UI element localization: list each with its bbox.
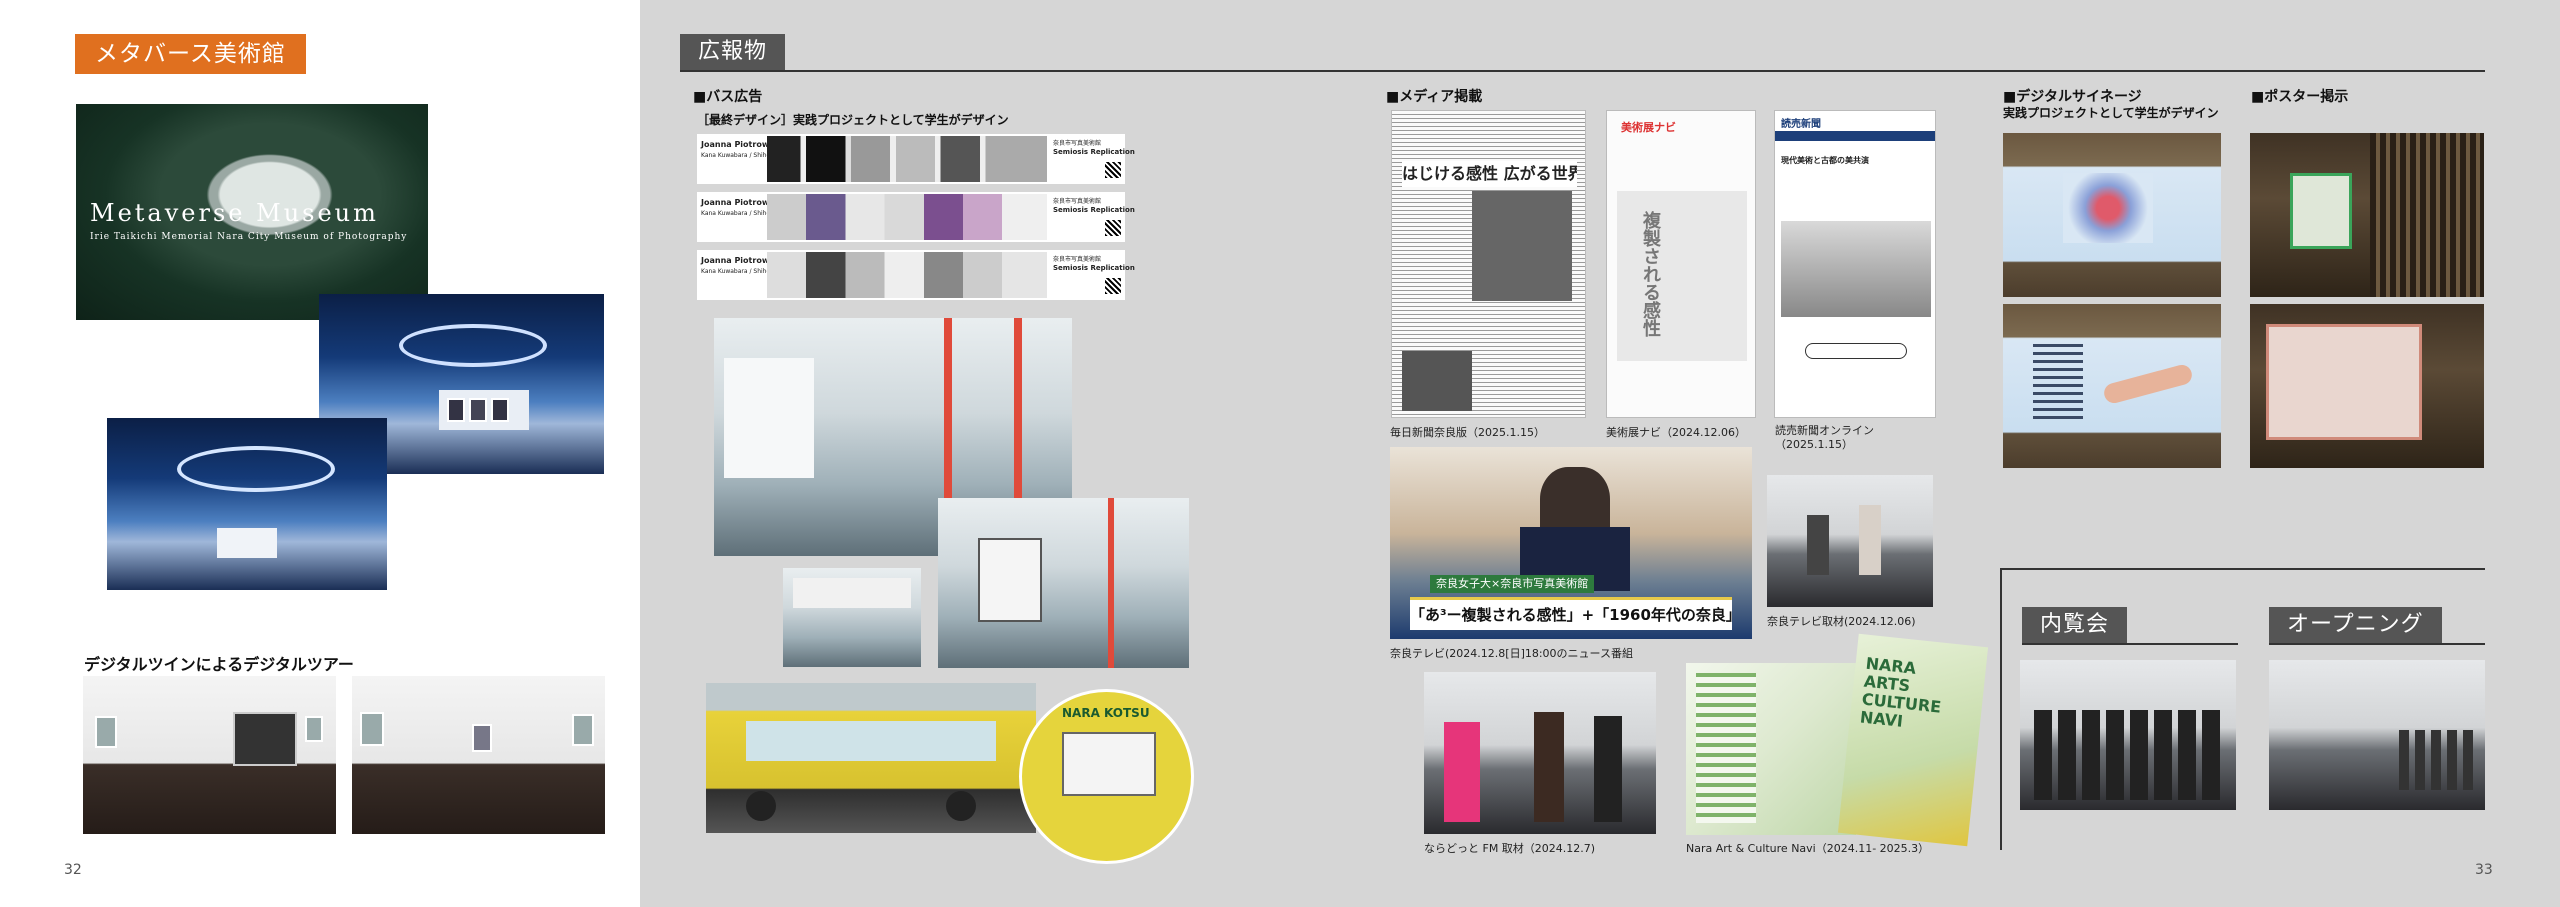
navi-caption: Nara Art & Culture Navi（2024.11- 2025.3） — [1686, 842, 1930, 855]
opening-photo — [2269, 660, 2485, 810]
banner-title: Semiosis Replication — [1053, 264, 1135, 272]
opening-rule — [2269, 643, 2485, 645]
digital-tour-image-1 — [83, 676, 336, 834]
left-page: メタバース美術館 Metaverse Museum Irie Taikichi … — [0, 0, 640, 907]
right-page-number: 33 — [2475, 862, 2493, 878]
signage-photo-2 — [2003, 304, 2221, 468]
mainichi-headline: はじける感性 広がる世界 — [1402, 161, 1577, 187]
bus-ad-heading: ■バス広告 — [693, 89, 763, 105]
nara-tv-caption: 奈良テレビ(2024.12.8[日]18:00のニュース番組 — [1390, 647, 1634, 660]
bus-ad-subheading: ［最終デザイン］実践プロジェクトとして学生がデザイン — [697, 113, 1009, 127]
banner-museum: 奈良市写真美術館 — [1053, 256, 1102, 263]
yomiuri-headline: 現代美術と古都の美共演 — [1781, 156, 1869, 165]
bus-interior-photo-3 — [783, 568, 921, 667]
nara-tv-news-photo: 奈良女子大×奈良市写真美術館 「あ³ー複製される感性」+「1960年代の奈良」 — [1390, 447, 1752, 639]
poster-heading: ■ポスター掲示 — [2251, 89, 2349, 105]
nara-tv-interview-caption: 奈良テレビ取材(2024.12.06) — [1767, 615, 1916, 628]
hero-title: Metaverse Museum — [90, 199, 379, 227]
metaverse-title: メタバース美術館 — [75, 34, 306, 74]
qr-code-icon — [1105, 220, 1121, 236]
qr-code-icon — [1105, 162, 1121, 178]
yomiuri-brand: 読売新聞 — [1781, 119, 1821, 130]
bus-banner-1: Joanna Piotrowska Kana Kuwabara / Shiho … — [697, 134, 1135, 184]
banner-museum: 奈良市写真美術館 — [1053, 198, 1102, 205]
publicity-rule — [680, 70, 2485, 72]
fm-caption: ならどっと FM 取材（2024.12.7) — [1424, 842, 1596, 855]
bijutsuten-caption: 美術展ナビ（2024.12.06） — [1606, 426, 1746, 439]
banner-museum: 奈良市写真美術館 — [1053, 140, 1102, 147]
bijutsuten-navi-clip: 美術展ナビ 複製される感性 — [1606, 110, 1756, 418]
preview-rule — [2022, 643, 2238, 645]
opening-title: オープニング — [2269, 607, 2442, 643]
digital-tour-heading: デジタルツインによるデジタルツアー — [84, 655, 354, 674]
banner-title: Semiosis Replication — [1053, 148, 1135, 156]
bijutsuten-headline: 複製される感性 — [1640, 211, 1661, 337]
preview-group-photo — [2020, 660, 2236, 810]
digital-tour-image-2 — [352, 676, 605, 834]
bijutsuten-brand: 美術展ナビ — [1621, 121, 1676, 134]
event-box-border-top — [2000, 568, 2485, 570]
tv-tag: 奈良女子大×奈良市写真美術館 — [1430, 575, 1595, 593]
publicity-title: 広報物 — [680, 34, 786, 70]
left-page-number: 32 — [64, 862, 82, 878]
media-heading: ■メディア掲載 — [1386, 89, 1483, 105]
signage-heading: ■デジタルサイネージ — [2003, 89, 2142, 105]
navi-cover-title: NARA ARTS CULTURE NAVI — [1859, 653, 1943, 731]
banner-title: Semiosis Replication — [1053, 206, 1135, 214]
mainichi-caption: 毎日新聞奈良版（2025.1.15） — [1390, 426, 1545, 439]
yomiuri-online-clip: 読売新聞 現代美術と古都の美共演 — [1774, 110, 1936, 418]
poster-photo-2 — [2250, 304, 2484, 468]
qr-code-icon — [1105, 278, 1121, 294]
event-box-border-left — [2000, 568, 2002, 850]
preview-title: 内覧会 — [2022, 607, 2128, 643]
mainichi-newspaper-clip: はじける感性 広がる世界 — [1391, 110, 1586, 418]
poster-photo-1 — [2250, 133, 2484, 297]
signage-photo-1 — [2003, 133, 2221, 297]
tv-ticker: 「あ³ー複製される感性」+「1960年代の奈良」 — [1410, 597, 1732, 630]
navi-cover-photo: NARA ARTS CULTURE NAVI — [1837, 633, 1989, 847]
bus-side-closeup: NARA KOTSU — [1019, 689, 1194, 864]
bus-banner-3: Joanna Piotrowska Kana Kuwabara / Shiho … — [697, 250, 1135, 300]
bus-interior-photo-2 — [938, 498, 1189, 668]
metaverse-interior-image-2 — [107, 418, 387, 590]
yomiuri-caption: 読売新聞オンライン （2025.1.15） — [1775, 424, 1874, 451]
metaverse-hero-image: Metaverse Museum Irie Taikichi Memorial … — [73, 101, 431, 323]
nara-tv-interview-photo — [1767, 475, 1933, 607]
navi-map-photo — [1686, 663, 1856, 835]
hero-subtitle: Irie Taikichi Memorial Nara City Museum … — [90, 232, 408, 242]
bus-banner-2: Joanna Piotrowska Kana Kuwabara / Shiho … — [697, 192, 1135, 242]
fm-interview-photo — [1424, 672, 1656, 834]
bus-brand: NARA KOTSU — [1062, 706, 1150, 720]
yellow-bus-photo — [706, 683, 1036, 833]
signage-subheading: 実践プロジェクトとして学生がデザイン — [2003, 106, 2219, 120]
